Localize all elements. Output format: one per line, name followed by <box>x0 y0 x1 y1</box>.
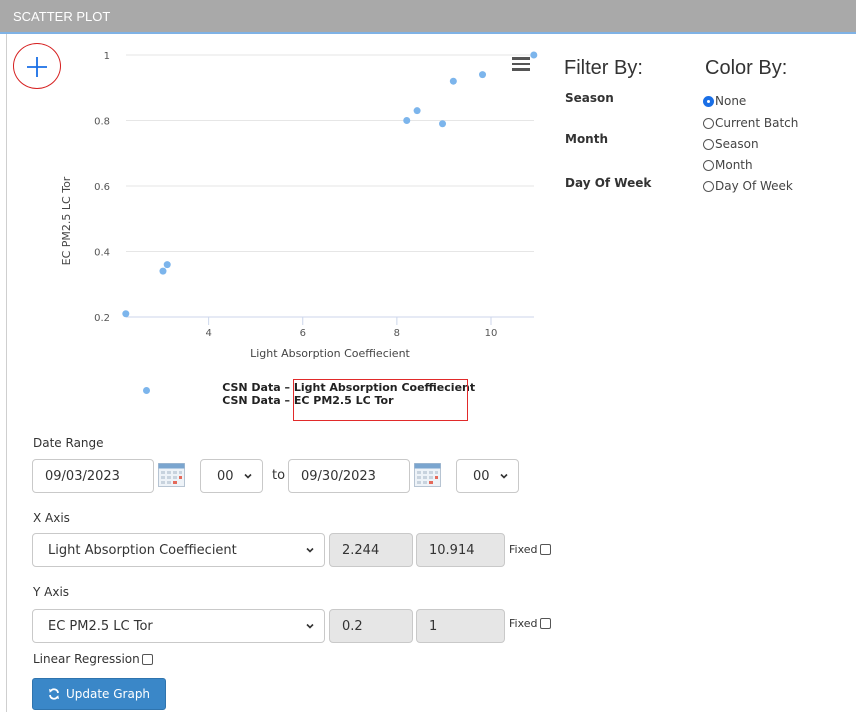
x-tick-label: 10 <box>485 328 498 339</box>
refresh-icon <box>48 688 59 700</box>
linear-regression-label: Linear Regression <box>33 652 140 666</box>
update-graph-button[interactable]: Update Graph <box>32 678 166 710</box>
chevron-down-icon <box>306 547 314 553</box>
color-by-title: Color By: <box>705 57 788 79</box>
y-tick-label: 0.6 <box>94 182 110 193</box>
radio[interactable] <box>703 180 714 192</box>
chevron-down-icon <box>306 623 314 629</box>
calendar-icon[interactable] <box>414 463 441 487</box>
filter-season-label[interactable]: Season <box>565 91 614 105</box>
filter-month-label[interactable]: Month <box>565 132 608 146</box>
color-option-label: None <box>715 94 747 108</box>
calendar-icon[interactable] <box>158 463 185 487</box>
y-axis-fixed-label: Fixed <box>509 617 538 630</box>
plus-icon <box>27 57 47 77</box>
y-axis-label: Y Axis <box>33 585 70 599</box>
zoom-in-button[interactable] <box>13 43 61 89</box>
color-option-season[interactable]: Season <box>703 137 759 151</box>
panel-title: SCATTER PLOT <box>13 9 111 24</box>
end-date-input[interactable]: 09/30/2023 <box>288 459 410 493</box>
x-axis-variable-select[interactable]: Light Absorption Coeffiecient <box>32 533 325 567</box>
x-axis-fixed-checkbox[interactable] <box>539 544 551 555</box>
x-axis-max-input[interactable]: 10.914 <box>416 533 505 567</box>
x-axis-label: X Axis <box>33 511 70 525</box>
y-axis-max-input[interactable]: 1 <box>416 609 505 643</box>
radio[interactable] <box>703 138 714 150</box>
date-range-to-label: to <box>272 468 286 483</box>
color-option-month[interactable]: Month <box>703 158 753 172</box>
color-option-none[interactable]: None <box>703 94 746 108</box>
data-point <box>163 261 171 269</box>
color-option-label: Current Batch <box>715 116 799 130</box>
y-tick-label: 0.2 <box>94 313 110 324</box>
data-point <box>449 77 457 85</box>
y-tick-label: 1 <box>104 51 110 62</box>
linear-regression: Linear Regression <box>33 652 153 666</box>
update-graph-label: Update Graph <box>65 687 151 701</box>
date-range-label: Date Range <box>33 436 104 450</box>
legend-source: CSN Data – <box>222 381 290 394</box>
x-tick-label: 4 <box>205 328 211 339</box>
start-hour-value: 00 <box>217 468 234 484</box>
end-hour-value: 00 <box>473 468 490 484</box>
color-option-label: Month <box>715 158 753 172</box>
y-tick-label: 0.8 <box>94 117 110 128</box>
color-option-label: Day Of Week <box>715 179 793 193</box>
data-point <box>122 310 130 318</box>
panel-header: SCATTER PLOT <box>0 0 856 34</box>
filter-day-of-week-label[interactable]: Day Of Week <box>565 176 651 190</box>
chevron-down-icon <box>500 473 508 479</box>
x-axis-fixed: Fixed <box>509 543 551 556</box>
data-point <box>413 107 421 115</box>
start-hour-select[interactable]: 00 <box>200 459 263 493</box>
data-point <box>403 117 411 124</box>
x-tick-label: 8 <box>394 328 400 339</box>
radio[interactable] <box>703 117 714 129</box>
x-axis-title: Light Absorption Coeffiecient <box>250 347 410 360</box>
chevron-down-icon <box>244 473 252 479</box>
radio[interactable] <box>703 159 714 171</box>
x-axis-min-input[interactable]: 2.244 <box>329 533 413 567</box>
y-axis-title: EC PM2.5 LC Tor <box>60 176 73 265</box>
data-point <box>479 71 487 79</box>
x-axis-fixed-label: Fixed <box>509 543 538 556</box>
linear-regression-checkbox[interactable] <box>141 653 153 665</box>
y-axis-variable-select[interactable]: EC PM2.5 LC Tor <box>32 609 325 643</box>
end-hour-select[interactable]: 00 <box>456 459 519 493</box>
data-point <box>159 267 167 275</box>
start-date-input[interactable]: 09/03/2023 <box>32 459 154 493</box>
color-option-label: Season <box>715 137 759 151</box>
data-point <box>530 51 538 59</box>
filter-by-title: Filter By: <box>564 57 643 79</box>
color-option-current-batch[interactable]: Current Batch <box>703 116 798 130</box>
data-point <box>439 120 447 128</box>
radio-selected[interactable] <box>703 95 714 107</box>
chart-menu-icon[interactable] <box>512 57 530 73</box>
legend-source: CSN Data – <box>222 394 290 407</box>
y-axis-fixed-checkbox[interactable] <box>539 618 551 629</box>
y-axis-fixed: Fixed <box>509 617 551 630</box>
scatter-chart: 0.2 0.4 0.6 0.8 1 4 6 8 10 Light Absorption Coeff… <box>60 51 538 360</box>
legend-highlight-box <box>293 379 468 421</box>
y-axis-variable-value: EC PM2.5 LC Tor <box>48 618 153 634</box>
y-tick-label: 0.4 <box>94 248 110 259</box>
color-option-day-of-week[interactable]: Day Of Week <box>703 179 793 193</box>
y-axis-min-input[interactable]: 0.2 <box>329 609 413 643</box>
x-tick-label: 6 <box>300 328 306 339</box>
x-axis-variable-value: Light Absorption Coeffiecient <box>48 542 237 558</box>
